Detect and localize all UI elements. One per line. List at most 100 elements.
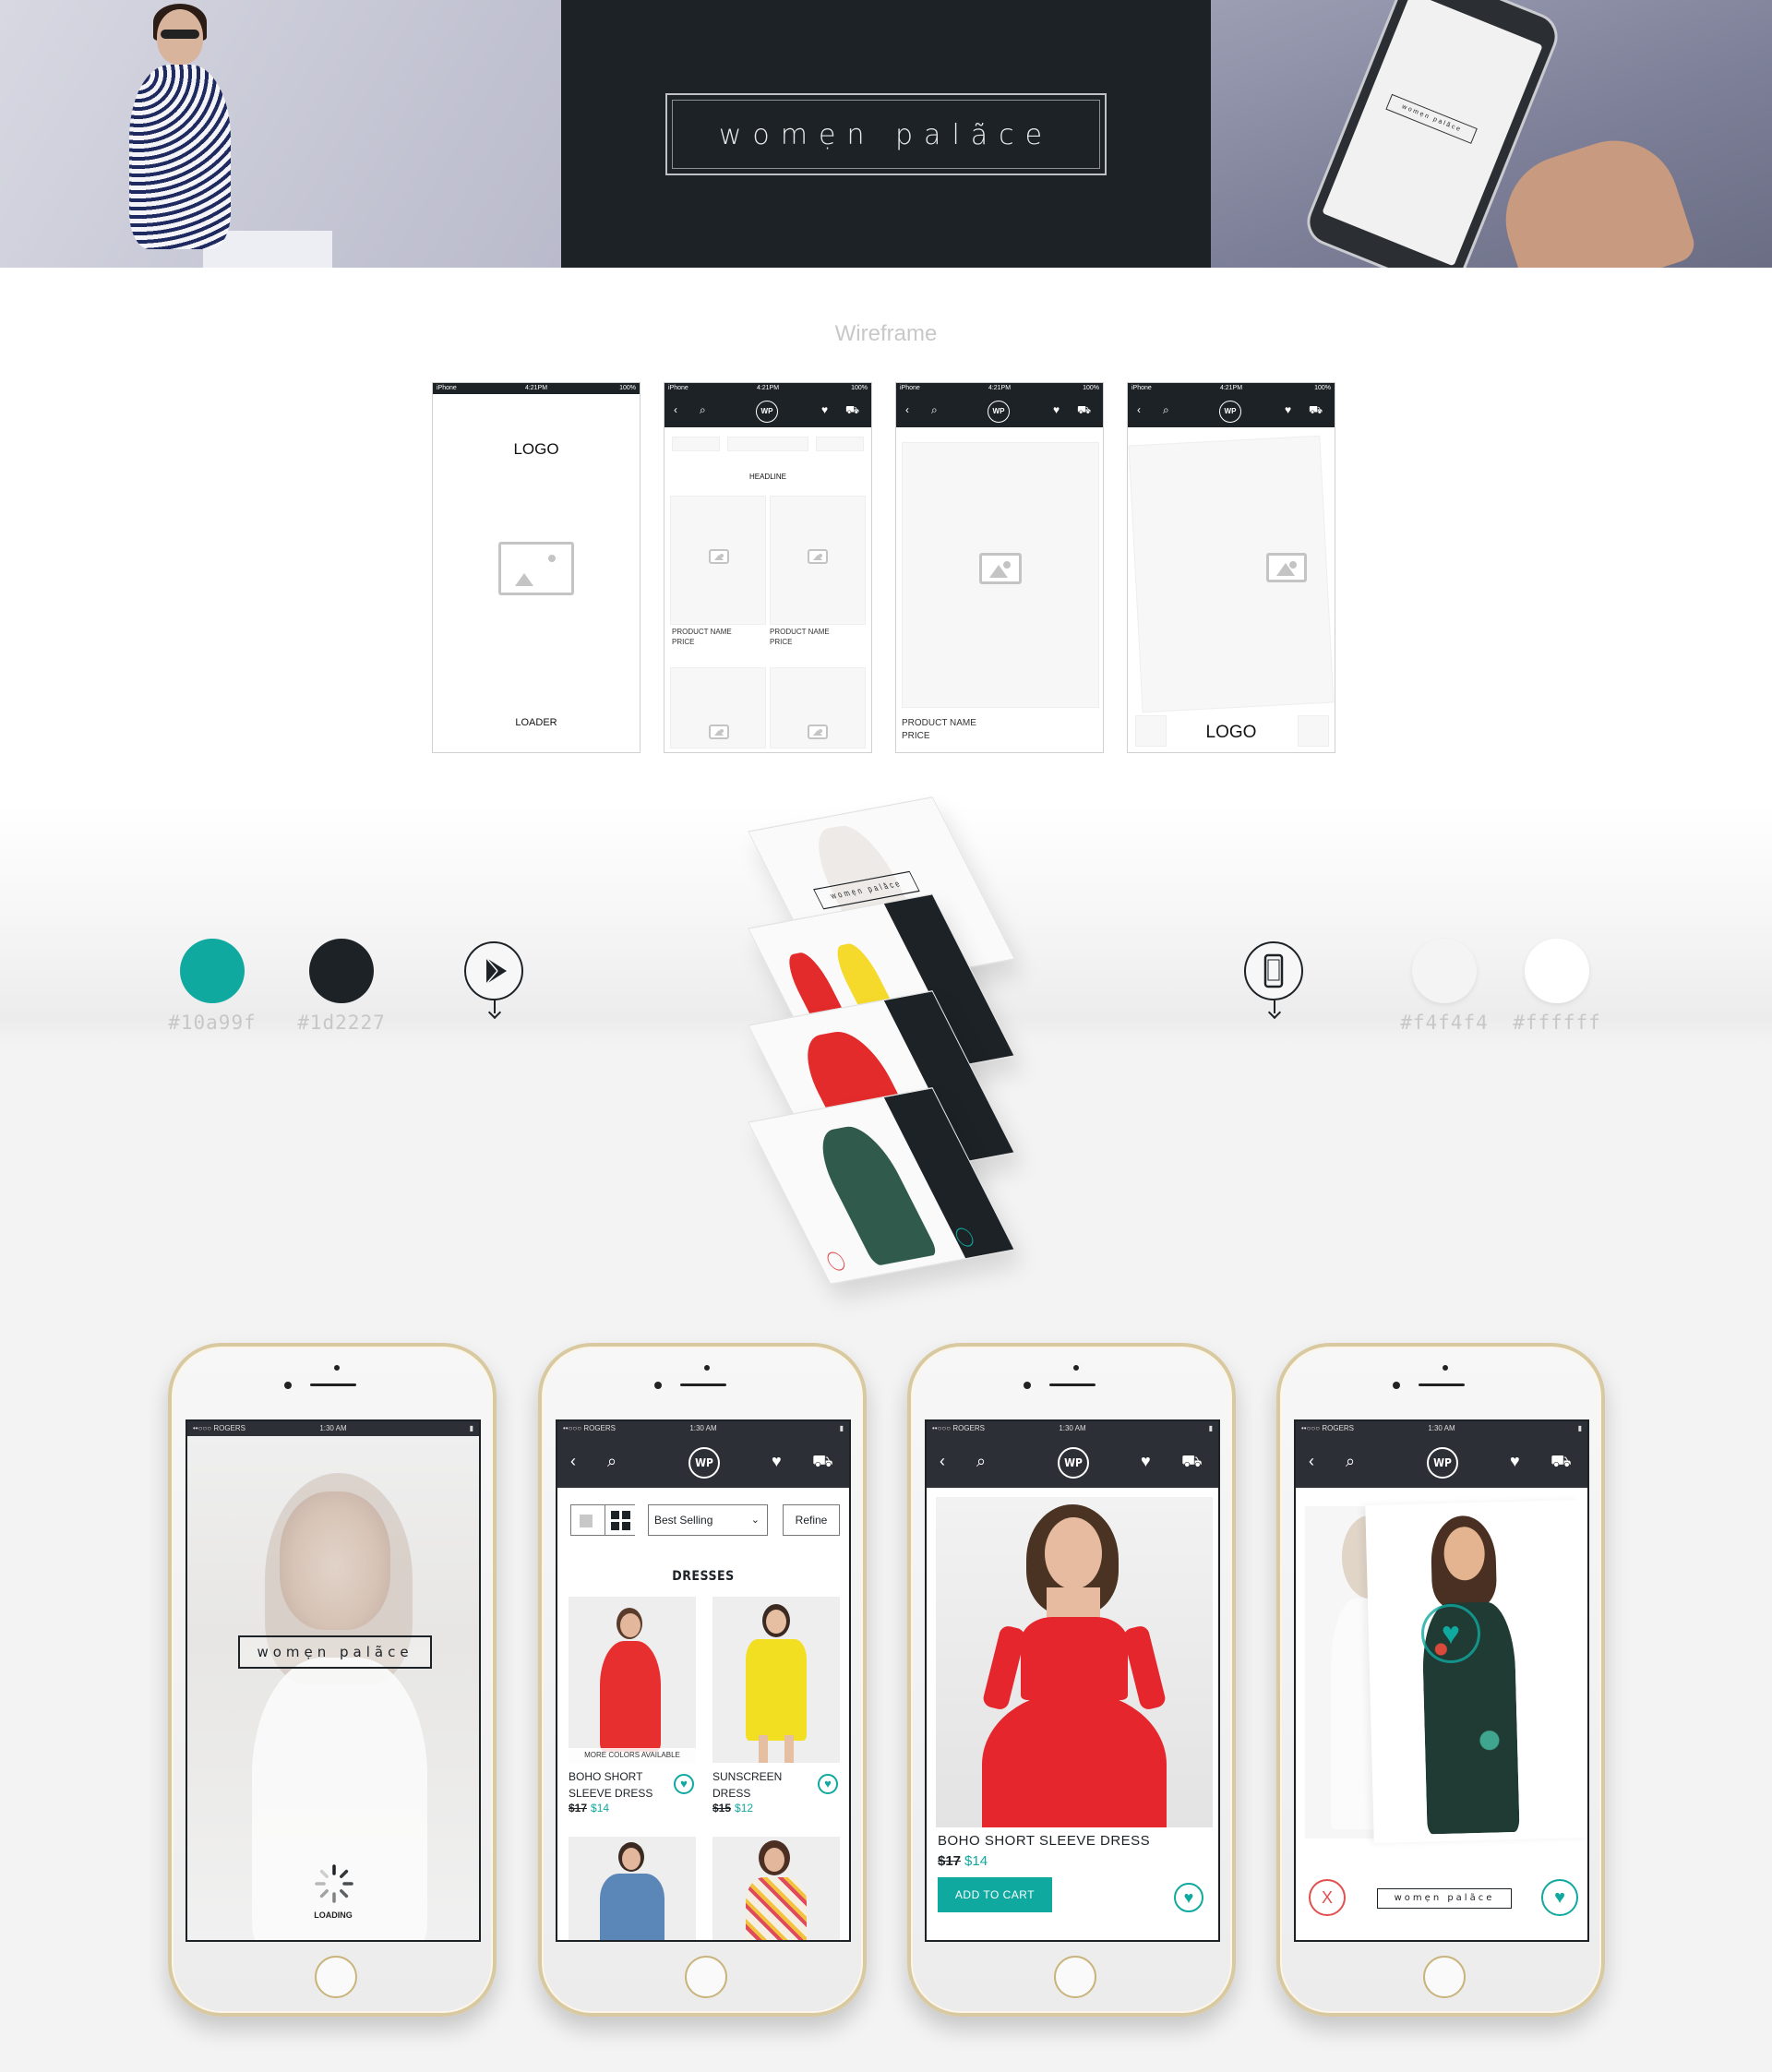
screen-swipe: ••○○○ ROGERS 1:30 AM ▮ ‹ ⌕ WP ♥ ⛟ ♥ X wo… xyxy=(1294,1419,1589,1942)
refine-button[interactable]: Refine xyxy=(783,1504,840,1536)
wp-logo[interactable]: WP xyxy=(688,1447,720,1479)
product-image[interactable] xyxy=(569,1837,696,1940)
search-icon[interactable]: ⌕ xyxy=(976,1451,986,1471)
color-swatch-light-gray xyxy=(1412,939,1477,1003)
back-icon: ‹ xyxy=(674,403,677,416)
product-price: $17 $14 xyxy=(938,1853,988,1869)
isometric-screens: womẹn palãce xyxy=(729,796,1080,1292)
brand-logo-text: womẹn palãce xyxy=(718,119,1054,151)
wp-logo[interactable]: WP xyxy=(1427,1447,1458,1479)
wp-logo: WP xyxy=(756,401,778,423)
back-icon[interactable]: ‹ xyxy=(940,1451,945,1471)
list-view-icon[interactable] xyxy=(580,1515,593,1527)
swipe-product-card[interactable] xyxy=(1365,1500,1587,1843)
color-swatch-dark xyxy=(309,939,374,1003)
status-bar: ••○○○ ROGERS 1:30 AM ▮ xyxy=(187,1421,479,1436)
wf-nav-bar: ‹ ⌕ WP ♥ ⛟ xyxy=(1128,394,1335,427)
product-hero-image[interactable] xyxy=(936,1497,1213,1827)
home-button[interactable] xyxy=(685,1956,727,1998)
phone-logo: womẹn palãce xyxy=(1385,93,1478,144)
sort-dropdown[interactable]: Best Selling ⌄ xyxy=(648,1504,768,1536)
favorite-heart-icon[interactable]: ♥ xyxy=(1174,1883,1203,1912)
color-label: #ffffff xyxy=(1513,1012,1601,1034)
status-bar: ••○○○ ROGERS 1:30 AM ▮ xyxy=(927,1421,1218,1436)
like-heart-overlay-icon: ♥ xyxy=(1421,1604,1480,1663)
wp-logo: WP xyxy=(988,401,1010,423)
status-bar: ••○○○ ROGERS 1:30 AM ▮ xyxy=(557,1421,849,1436)
color-label: #1d2227 xyxy=(297,1012,386,1034)
back-icon[interactable]: ‹ xyxy=(570,1451,576,1471)
battery-icon: ▮ xyxy=(839,1424,844,1432)
product-name[interactable]: BOHO SHORT SLEEVE DRESS xyxy=(569,1768,670,1802)
chevron-down-icon: ⌄ xyxy=(750,1515,760,1526)
battery-icon: ▮ xyxy=(1208,1424,1213,1432)
product-name[interactable]: SUNSCREEN DRESS xyxy=(712,1768,814,1802)
sensor xyxy=(654,1382,662,1389)
wf-loader-label: LOADER xyxy=(515,717,557,728)
product-image[interactable]: MORE COLORS AVAILABLE xyxy=(569,1597,696,1763)
dislike-button[interactable]: X xyxy=(1309,1879,1346,1916)
splash-logo: womẹn palãce xyxy=(238,1635,432,1669)
screen-splash: ••○○○ ROGERS 1:30 AM ▮ womẹn palãce LOAD… xyxy=(186,1419,481,1942)
cart-icon[interactable]: ⛟ xyxy=(1181,1451,1203,1471)
home-button[interactable] xyxy=(1423,1956,1466,1998)
back-icon: ‹ xyxy=(905,403,909,416)
wf-headline: HEADLINE xyxy=(748,473,786,481)
brand-logo: womẹn palãce xyxy=(665,93,1107,175)
wp-logo[interactable]: WP xyxy=(1058,1447,1089,1479)
heart-icon: ♥ xyxy=(1053,403,1060,416)
wf-product-name: PRODUCT NAME xyxy=(902,718,976,728)
home-button[interactable] xyxy=(1054,1956,1096,1998)
hero-photo-phone: womẹn palãce xyxy=(1211,0,1772,268)
hero-photo-model xyxy=(0,0,561,268)
image-placeholder-icon xyxy=(498,542,574,595)
speaker xyxy=(1049,1383,1096,1386)
category-heading: DRESSES xyxy=(672,1569,735,1584)
hero-banner: womẹn palãce womẹn palãce xyxy=(0,0,1772,268)
hand xyxy=(1489,124,1699,268)
grid-view-icon[interactable] xyxy=(605,1505,635,1535)
battery-icon: ▮ xyxy=(1577,1424,1582,1432)
wireframe-detail: iPhone 4:21PM 100% ‹ ⌕ WP ♥ ⛟ PRODUCT NA… xyxy=(895,382,1104,753)
wireframe-swipe: iPhone 4:21PM 100% ‹ ⌕ WP ♥ ⛟ LOGO xyxy=(1127,382,1335,753)
wf-status-bar: iPhone 4:21PM 100% xyxy=(433,383,640,394)
sensor xyxy=(1393,1382,1400,1389)
wf-status-bar: iPhone 4:21PM 100% xyxy=(1128,383,1335,394)
heart-icon[interactable]: ♥ xyxy=(1510,1451,1520,1471)
wireframe-splash: iPhone 4:21PM 100% LOGO LOADER xyxy=(432,382,641,753)
wf-status-bar: iPhone 4:21PM 100% xyxy=(664,383,871,394)
favorite-heart-icon[interactable]: ♥ xyxy=(818,1774,838,1794)
heart-icon: ♥ xyxy=(1285,403,1292,416)
product-price: $17 $14 xyxy=(569,1802,610,1814)
cart-icon[interactable]: ⛟ xyxy=(812,1451,833,1471)
wf-product-name: PRODUCT NAME xyxy=(770,628,830,636)
sensor xyxy=(284,1382,292,1389)
color-swatch-teal xyxy=(180,939,245,1003)
camera xyxy=(334,1365,340,1371)
home-button[interactable] xyxy=(315,1956,357,1998)
listing-toolbar: Best Selling ⌄ Refine xyxy=(570,1504,840,1536)
phone-detail: ••○○○ ROGERS 1:30 AM ▮ ‹ ⌕ WP ♥ ⛟ BOHO S… xyxy=(907,1343,1236,2017)
back-icon[interactable]: ‹ xyxy=(1309,1451,1314,1471)
wf-product-price: PRICE xyxy=(902,731,930,741)
add-to-cart-button[interactable]: ADD TO CART xyxy=(938,1877,1052,1912)
heart-icon[interactable]: ♥ xyxy=(1141,1451,1151,1471)
cart-icon: ⛟ xyxy=(1077,403,1092,416)
search-icon[interactable]: ⌕ xyxy=(607,1451,617,1471)
phone-listing: ••○○○ ROGERS 1:30 AM ▮ ‹ ⌕ WP ♥ ⛟ Best S… xyxy=(538,1343,867,2017)
camera xyxy=(1443,1365,1448,1371)
speaker xyxy=(1419,1383,1465,1386)
favorite-heart-icon[interactable]: ♥ xyxy=(674,1774,694,1794)
cart-icon[interactable]: ⛟ xyxy=(1550,1451,1572,1471)
search-icon: ⌕ xyxy=(931,403,938,416)
product-image[interactable] xyxy=(712,1597,840,1763)
like-heart-button[interactable]: ♥ xyxy=(1541,1879,1578,1916)
wf-product-price: PRICE xyxy=(672,638,695,646)
product-price: $15 $12 xyxy=(712,1802,754,1814)
product-image[interactable] xyxy=(712,1837,840,1940)
view-toggle[interactable] xyxy=(570,1504,635,1536)
heart-icon: ♥ xyxy=(821,403,829,416)
heart-icon[interactable]: ♥ xyxy=(772,1451,782,1471)
search-icon[interactable]: ⌕ xyxy=(1346,1451,1355,1471)
search-icon: ⌕ xyxy=(1163,403,1169,416)
